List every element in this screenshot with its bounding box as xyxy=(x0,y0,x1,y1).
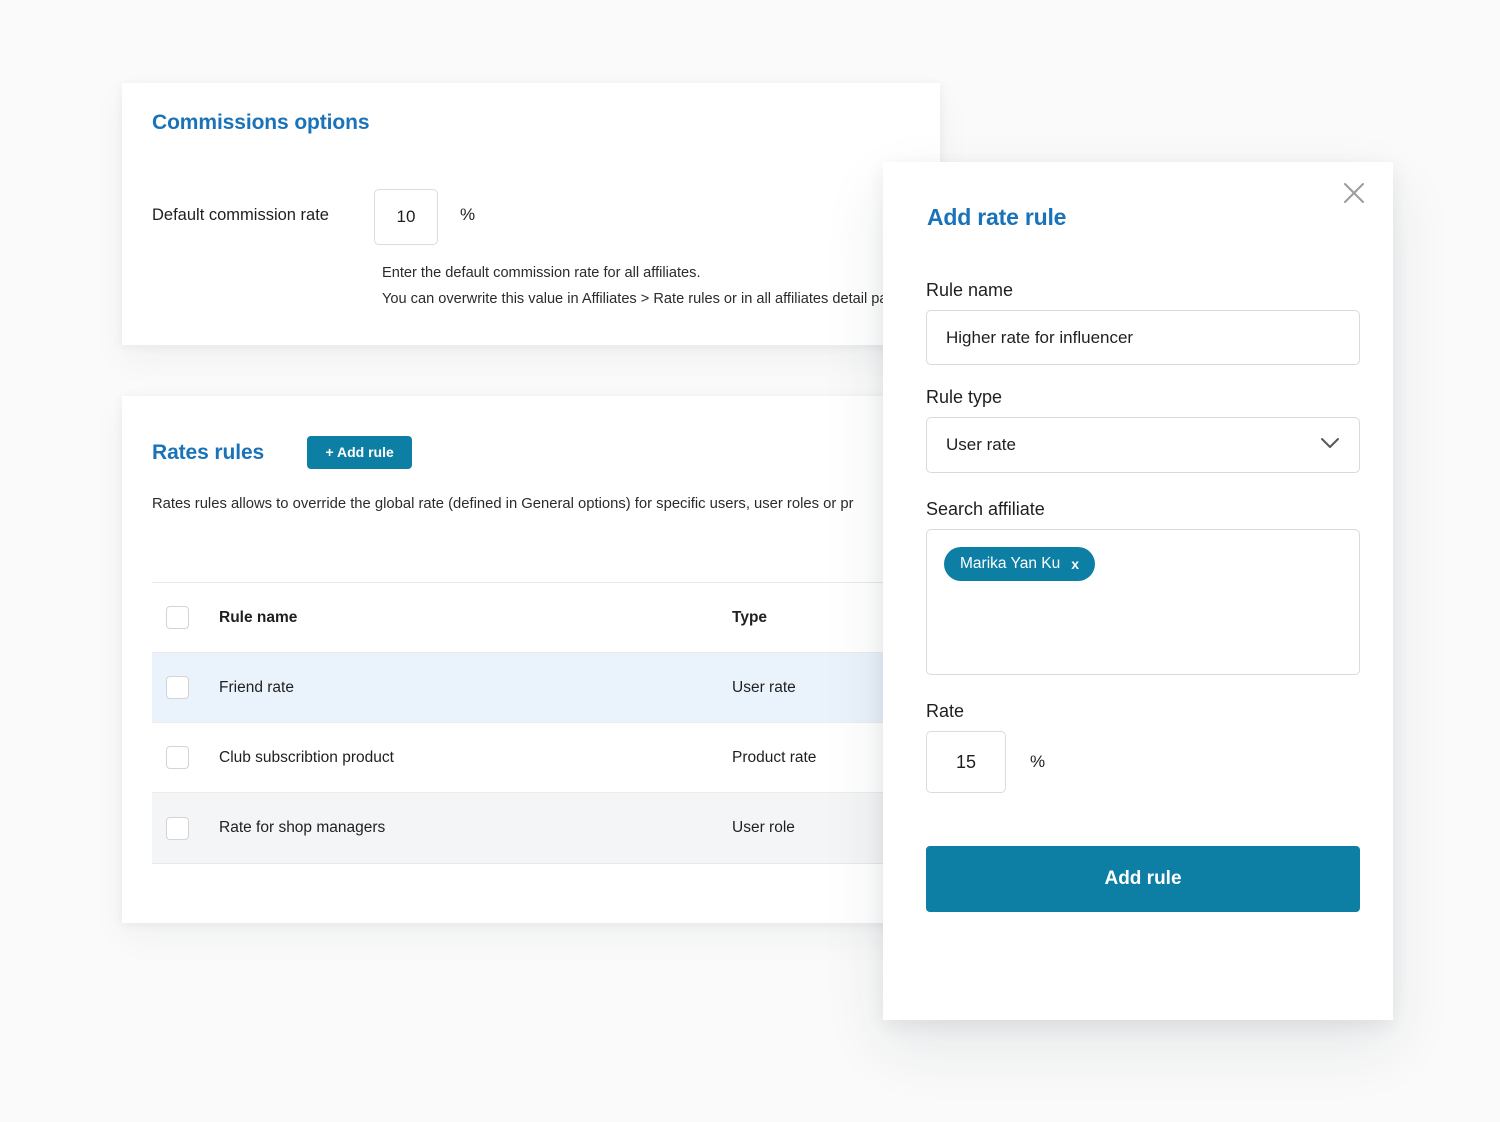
row-checkbox[interactable] xyxy=(166,816,189,840)
rule-name-input[interactable] xyxy=(926,310,1360,365)
row-checkbox[interactable] xyxy=(166,676,189,699)
search-affiliate-field: Search affiliate Marika Yan Ku x xyxy=(926,499,1360,675)
rule-name-field: Rule name xyxy=(926,280,1360,365)
rate-rules-table: Rule name Type Friend rate User rate Clu… xyxy=(152,582,912,864)
add-rule-button[interactable]: + Add rule xyxy=(307,436,413,469)
rule-type-label: Rule type xyxy=(926,387,1003,407)
commissions-options-title: Commissions options xyxy=(152,111,370,134)
search-affiliate-input[interactable]: Marika Yan Ku x xyxy=(926,529,1360,675)
table-row[interactable]: Rate for shop managers User role xyxy=(152,793,912,863)
commission-helper-text: Enter the default commission rate for al… xyxy=(382,260,942,312)
table-header-row: Rule name Type xyxy=(152,583,912,653)
rates-rules-header: Rates rules + Add rule xyxy=(152,436,413,469)
commission-helper-line-1: Enter the default commission rate for al… xyxy=(382,265,701,281)
rate-label: Rate xyxy=(926,701,965,721)
default-commission-rate-label: Default commission rate xyxy=(152,206,329,224)
affiliate-chip[interactable]: Marika Yan Ku x xyxy=(944,547,1096,581)
submit-add-rule-button[interactable]: Add rule xyxy=(926,846,1360,912)
chip-remove-icon[interactable]: x xyxy=(1071,556,1079,572)
row-checkbox[interactable] xyxy=(166,746,189,769)
default-commission-rate-input[interactable] xyxy=(374,189,438,245)
rule-type-select[interactable]: User rate xyxy=(926,417,1360,473)
percent-symbol: % xyxy=(460,205,476,224)
rule-type-field: Rule type User rate xyxy=(926,387,1360,473)
rates-rules-description: Rates rules allows to override the globa… xyxy=(152,496,854,512)
search-affiliate-label: Search affiliate xyxy=(926,499,1045,519)
table-row[interactable]: Club subscribtion product Product rate xyxy=(152,723,912,793)
close-icon[interactable] xyxy=(1337,176,1371,210)
rule-type-selected-value: User rate xyxy=(946,435,1016,454)
affiliate-chip-label: Marika Yan Ku xyxy=(960,555,1061,572)
app-stage: Commissions options Default commission r… xyxy=(0,0,1500,1122)
rate-input[interactable] xyxy=(926,731,1006,793)
column-header-rule-name: Rule name xyxy=(219,608,298,626)
cell-rule-name: Friend rate xyxy=(219,678,294,696)
cell-rule-name: Club subscribtion product xyxy=(219,748,394,766)
rates-rules-card: Rates rules + Add rule Rates rules allow… xyxy=(122,396,940,923)
add-rate-rule-modal: Add rate rule Rule name Rule type User r… xyxy=(883,162,1393,1020)
default-commission-rate-field: Default commission rate % xyxy=(152,189,920,245)
rule-type-select-wrapper: User rate xyxy=(926,417,1360,473)
rate-percent-symbol: % xyxy=(1030,752,1046,771)
commission-helper-line-2: You can overwrite this value in Affiliat… xyxy=(382,291,888,307)
cell-rule-name: Rate for shop managers xyxy=(219,819,386,836)
modal-title: Add rate rule xyxy=(927,204,1067,230)
rule-name-label: Rule name xyxy=(926,280,1014,300)
table-row[interactable]: Friend rate User rate xyxy=(152,653,912,723)
modal-body: Rule name Rule type User rate xyxy=(926,280,1360,912)
rate-field: Rate % xyxy=(926,701,1360,793)
rates-rules-title: Rates rules xyxy=(152,440,265,464)
rate-input-row: % xyxy=(926,731,1360,793)
select-all-checkbox[interactable] xyxy=(166,606,189,629)
